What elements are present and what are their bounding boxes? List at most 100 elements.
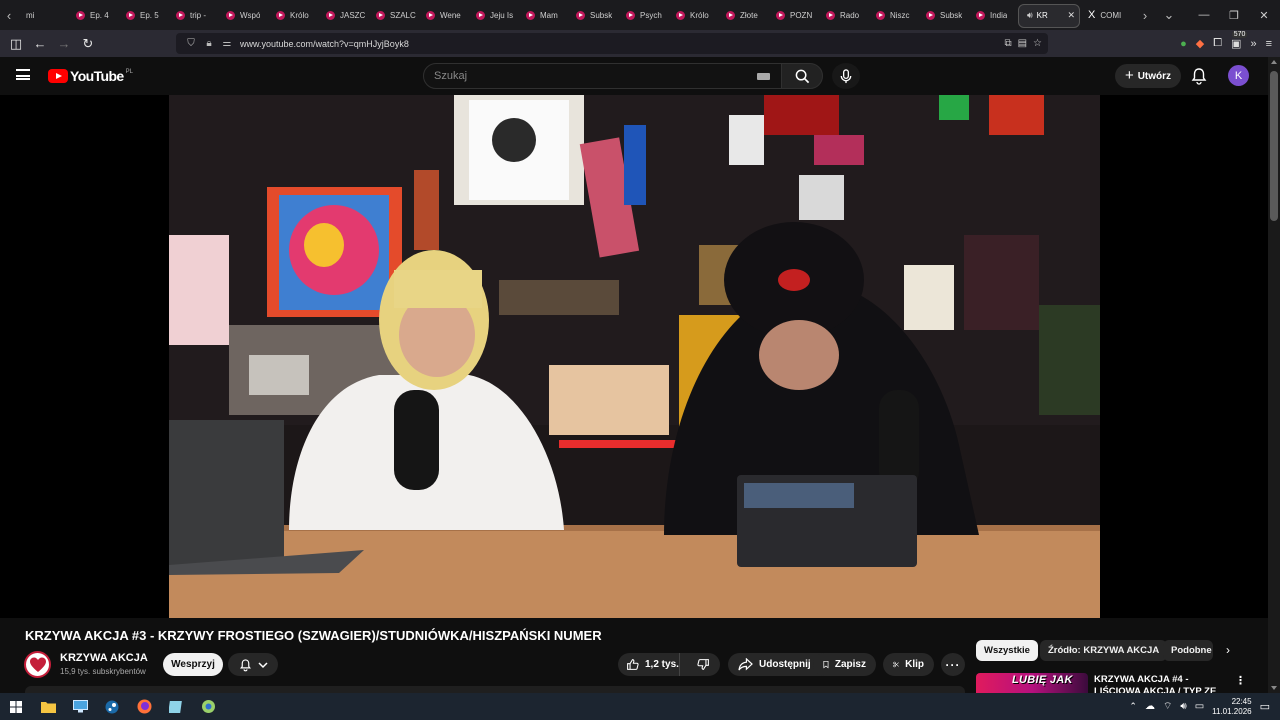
reader-view-icon[interactable]: ▤ [1018,38,1027,49]
youtube-favicon-icon [76,10,85,20]
support-button[interactable]: Wesprzyj [163,653,223,676]
video-player[interactable] [0,95,1268,618]
voice-search-button[interactable] [832,63,860,89]
forward-arrow-icon[interactable]: → [52,30,76,57]
tab-list-chevron-down-icon[interactable]: ⌄ [1160,0,1178,30]
minimize-icon[interactable]: — [1188,0,1220,30]
channel-name[interactable]: KRZYWA AKCJA [60,652,148,664]
chip-from-channel[interactable]: Źródło: KRZYWA AKCJA [1040,640,1168,661]
keyboard-icon[interactable] [757,73,770,80]
youtube-favicon-icon [876,10,885,20]
globe-extension-icon[interactable]: ● [1180,38,1187,50]
scroll-down-icon[interactable] [1271,686,1277,690]
channel-avatar[interactable] [24,651,51,678]
create-button[interactable]: + Utwórz [1115,64,1181,88]
browser-tab[interactable]: Jeju Is [468,0,518,30]
tab-label: Królo [690,10,709,20]
cloud-icon[interactable]: ☁ [1145,701,1155,712]
browser-tab[interactable]: X COMI [1080,0,1130,30]
picture-in-picture-icon[interactable]: ⧉ [1004,38,1011,49]
description-box[interactable] [25,686,965,693]
steam-icon[interactable] [96,693,128,720]
chevron-right-icon[interactable]: › [1220,642,1236,658]
more-vertical-icon[interactable]: ⋮ [1235,674,1246,687]
scroll-up-icon[interactable] [1271,60,1277,64]
notepad-app-icon[interactable] [160,693,192,720]
puzzle-icon[interactable]: ⧠ [1213,37,1222,50]
speaker-icon[interactable]: 🔊︎ [1027,10,1033,21]
notification-settings-button[interactable] [228,653,278,676]
network-icon[interactable]: ▭ [1195,701,1204,712]
browser-tab[interactable]: Wene [418,0,468,30]
browser-tab[interactable]: Psych [618,0,668,30]
youtube-favicon-icon [526,10,535,20]
firefox-icon[interactable] [128,693,160,720]
reload-icon[interactable]: ↻ [76,30,100,57]
browser-tab[interactable]: trip - [168,0,218,30]
browser-tab[interactable]: Rado [818,0,868,30]
scrollbar-thumb[interactable] [1270,71,1278,221]
close-tab-icon[interactable]: ✕ [1067,10,1075,21]
menu-icon[interactable]: ≡ [1266,38,1272,50]
browser-tab[interactable]: Niszc [868,0,918,30]
chip-all[interactable]: Wszystkie [976,640,1038,661]
close-window-icon[interactable]: ✕ [1248,0,1280,30]
shield-icon[interactable]: ⛉ [182,38,200,49]
browser-tab[interactable]: Królo [668,0,718,30]
browser-tab[interactable]: Ep. 4 [68,0,118,30]
save-button[interactable]: Zapisz [813,653,876,676]
browser-tab[interactable]: Ep. 5 [118,0,168,30]
permissions-icon[interactable]: ⚌ [218,38,236,49]
fox-extension-icon[interactable]: ◆ [1196,37,1204,50]
browser-tab[interactable]: mi [18,0,68,30]
clock[interactable]: 22:45 11.01.2026 [1212,697,1251,717]
more-actions-button[interactable]: ··· [941,653,965,676]
recommended-video-title[interactable]: KRZYWA AKCJA #4 - LIŚCIOWA AKCJA / TYP Z… [1094,674,1229,694]
tray-chevron-up-icon[interactable]: ⌃ [1129,701,1137,712]
browser-tab[interactable]: SZALC [368,0,418,30]
browser-tab[interactable]: India [968,0,1018,30]
browser-tab[interactable]: Wspó [218,0,268,30]
video-frame[interactable] [169,95,1100,618]
browser-tab[interactable]: POZN [768,0,818,30]
lock-icon[interactable]: 🔒︎ [200,38,218,49]
active-browser-tab[interactable]: 🔊︎ KR ✕ [1018,3,1080,28]
like-button[interactable]: 1,2 tys. [618,653,681,676]
extension-badge-icon[interactable]: ▣ 570 [1231,31,1248,50]
browser-tab[interactable]: JASZC [318,0,368,30]
windows-start-icon[interactable] [0,693,32,720]
dislike-button[interactable] [686,653,720,676]
browser-tab[interactable]: Mam [518,0,568,30]
tab-list: mi Ep. 4 Ep. 5 trip - Wspó Królo JASZC S… [18,0,1130,30]
chip-related[interactable]: Podobne [1163,640,1213,661]
hamburger-menu-icon[interactable] [16,69,30,80]
app-icon[interactable] [192,693,224,720]
search-input[interactable] [434,70,754,82]
volume-icon[interactable]: 🔊︎ [1180,701,1186,712]
page-scrollbar[interactable] [1268,57,1280,693]
browser-tab[interactable]: Złote [718,0,768,30]
restore-icon[interactable]: ❐ [1218,0,1250,30]
back-arrow-icon[interactable]: ← [28,30,52,57]
recommended-video-thumbnail[interactable]: LUBIĘ JAK [976,673,1088,693]
computer-icon[interactable] [64,693,96,720]
browser-tab[interactable]: Subsk [568,0,618,30]
url-text[interactable]: www.youtube.com/watch?v=qmHJyjBoyk8 [240,39,409,49]
file-explorer-icon[interactable] [32,693,64,720]
wifi-icon[interactable]: ⌔ [1163,700,1172,713]
overflow-chevrons-icon[interactable]: » [1250,38,1256,50]
tab-scroll-right-icon[interactable]: › [1136,0,1154,30]
address-bar[interactable]: ⛉ 🔒︎ ⚌ www.youtube.com/watch?v=qmHJyjBoy… [176,33,1048,54]
clock-time: 22:45 [1231,696,1252,706]
youtube-logo[interactable]: YouTube PL [48,68,133,84]
search-button[interactable] [781,63,823,89]
bookmark-star-icon[interactable]: ☆ [1033,38,1042,49]
sidebar-toggle-icon[interactable]: ◫ [4,30,28,57]
notifications-bell-icon[interactable] [1190,67,1208,85]
tab-scroll-left-icon[interactable]: ‹ [0,0,18,30]
browser-tab[interactable]: Królo [268,0,318,30]
browser-tab[interactable]: Subsk [918,0,968,30]
account-avatar[interactable]: K [1228,65,1249,86]
notifications-icon[interactable]: ▭ [1260,700,1270,713]
clip-button[interactable]: Klip [883,653,934,676]
